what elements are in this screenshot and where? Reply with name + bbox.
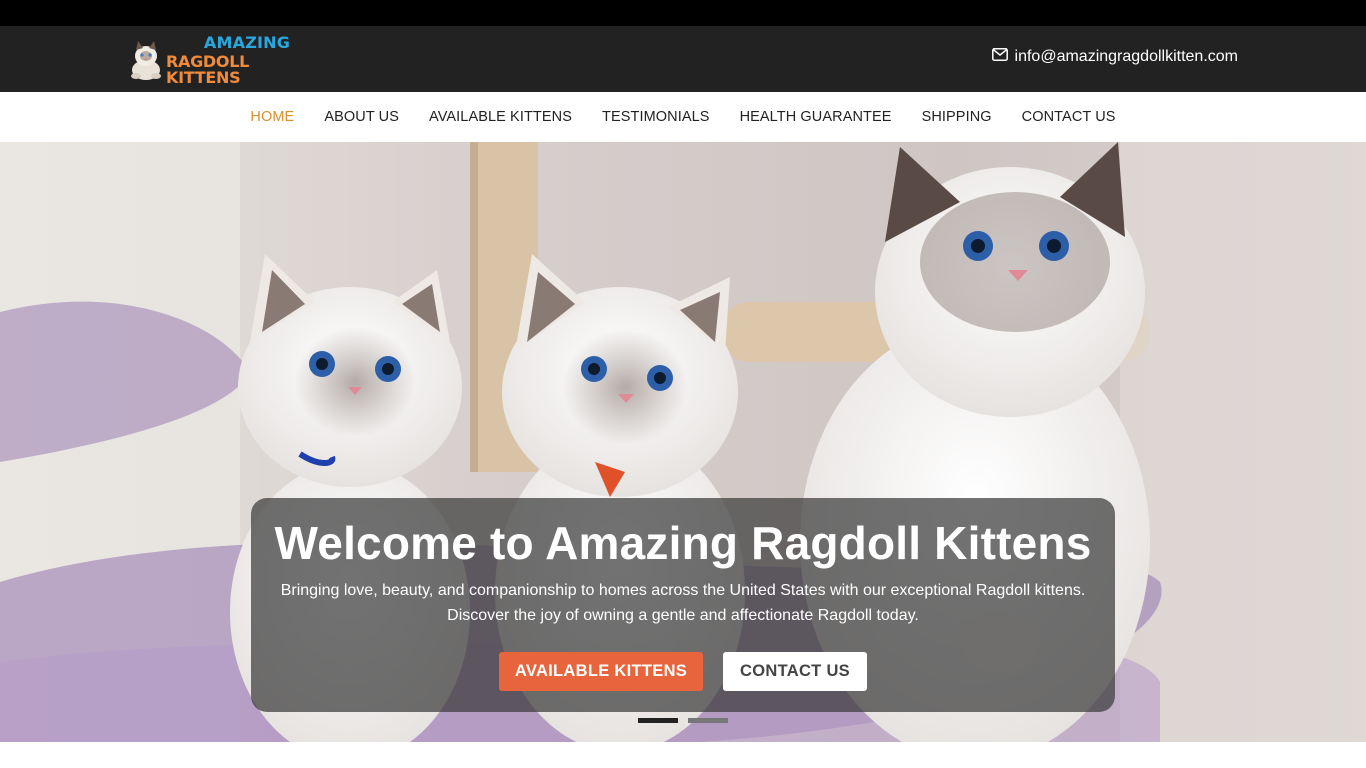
top-strip [0, 0, 1366, 26]
ragdoll-cat-logo-icon [128, 40, 164, 80]
available-kittens-button[interactable]: AVAILABLE KITTENS [499, 652, 703, 691]
email-address: info@amazingragdollkitten.com [1014, 48, 1238, 65]
nav-health-guarantee[interactable]: HEALTH GUARANTEE [740, 109, 892, 125]
header: AMAZING RAGDOLL KITTENS info@amazingragd… [0, 26, 1366, 92]
nav-available-kittens[interactable]: AVAILABLE KITTENS [429, 109, 572, 125]
nav-about-us[interactable]: ABOUT US [324, 109, 399, 125]
nav-shipping[interactable]: SHIPPING [922, 109, 992, 125]
logo-text: AMAZING RAGDOLL KITTENS [166, 32, 328, 87]
envelope-icon [991, 48, 1015, 66]
nav-contact-us[interactable]: CONTACT US [1022, 109, 1116, 125]
hero-title: Welcome to Amazing Ragdoll Kittens [274, 517, 1092, 569]
nav-testimonials[interactable]: TESTIMONIALS [602, 109, 710, 125]
slide-indicator-1[interactable] [638, 718, 678, 723]
contact-us-button[interactable]: CONTACT US [723, 652, 867, 691]
logo-line-amazing: AMAZING [203, 32, 291, 52]
site-logo[interactable]: AMAZING RAGDOLL KITTENS [128, 34, 328, 85]
hero-buttons: AVAILABLE KITTENS CONTACT US [251, 652, 1115, 691]
hero-description: Bringing love, beauty, and companionship… [251, 578, 1115, 628]
nav-home[interactable]: HOME [250, 109, 294, 125]
hero-text-line-2: Discover the joy of owning a gentle and … [447, 607, 919, 624]
hero-text-line-1: Bringing love, beauty, and companionship… [280, 582, 1086, 599]
hero-slider: Welcome to Amazing Ragdoll Kittens Bring… [0, 142, 1366, 742]
main-navigation: HOME ABOUT US AVAILABLE KITTENS TESTIMON… [0, 92, 1366, 142]
logo-line-ragdoll-kittens: RAGDOLL KITTENS [166, 51, 250, 87]
slider-indicators [638, 718, 738, 723]
email-link[interactable]: info@amazingragdollkitten.com [991, 48, 1238, 66]
hero-caption: Welcome to Amazing Ragdoll Kittens Bring… [251, 498, 1115, 712]
slide-indicator-2[interactable] [688, 718, 728, 723]
